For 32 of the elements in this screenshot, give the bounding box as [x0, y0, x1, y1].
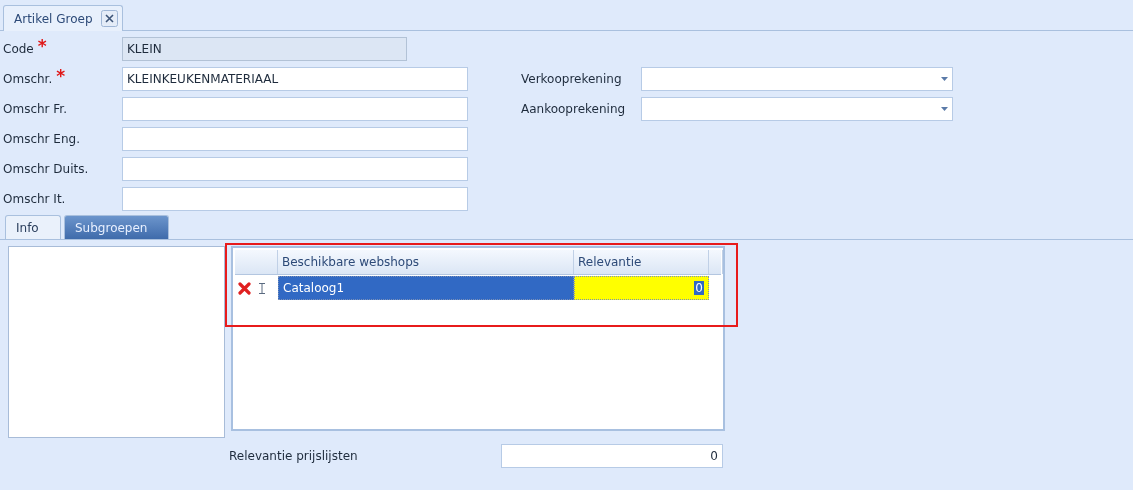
text-field[interactable] [122, 157, 468, 181]
tab[interactable]: Info [5, 215, 61, 239]
text-field[interactable] [122, 127, 468, 151]
text-field[interactable] [122, 97, 468, 121]
field-label: Omschr It. [3, 192, 66, 206]
column-header[interactable]: Beschikbare webshops [278, 250, 574, 274]
column-header[interactable]: Relevantie [574, 250, 709, 274]
field-label: Code [3, 42, 34, 56]
dropdown-field[interactable] [641, 97, 953, 121]
dropdown-arrow-icon[interactable] [941, 107, 948, 111]
list-box[interactable] [8, 246, 225, 438]
text-cursor-icon [259, 282, 265, 294]
document-tab[interactable]: Artikel Groep [3, 5, 123, 31]
field-label: Relevantie prijslijsten [229, 449, 359, 463]
field-label: Omschr Duits. [3, 162, 89, 176]
tab[interactable]: Subgroepen [64, 215, 169, 239]
required-mark: * [56, 68, 66, 85]
field-label: Verkooprekening [521, 71, 623, 88]
field-label: Omschr Fr. [3, 102, 67, 116]
required-mark: * [37, 38, 47, 55]
field-label: Omschr Eng. [3, 132, 80, 146]
field-label: Omschr. [3, 72, 53, 86]
table-cell[interactable]: Cataloog1 [278, 276, 574, 300]
dropdown-field[interactable] [641, 67, 953, 91]
table-cell[interactable]: 0 [574, 276, 709, 300]
close-icon[interactable] [100, 10, 118, 27]
delete-icon[interactable] [238, 281, 251, 295]
field-label: Aankooprekening [521, 101, 627, 118]
dropdown-arrow-icon[interactable] [941, 77, 948, 81]
text-field[interactable] [122, 187, 468, 211]
text-field[interactable]: KLEINKEUKENMATERIAAL [122, 67, 468, 91]
number-field[interactable]: 0 [501, 444, 723, 468]
